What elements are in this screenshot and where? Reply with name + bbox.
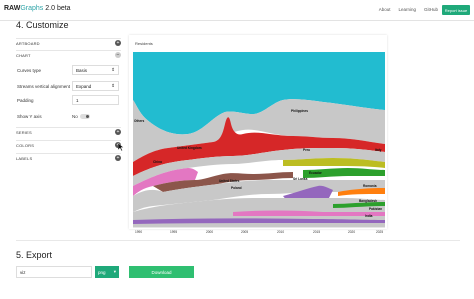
customize-heading: 4. Customize bbox=[16, 20, 69, 30]
x-tick: 2000 bbox=[206, 230, 213, 234]
label-peru: Peru bbox=[303, 148, 310, 152]
panel-colors[interactable]: COLORS + bbox=[16, 140, 121, 149]
panel-chart[interactable]: CHART − bbox=[16, 50, 121, 59]
rawgraphs-logo[interactable]: RAWGraphs 2.0 beta bbox=[4, 5, 71, 12]
label-united-states: United States bbox=[219, 179, 240, 183]
show-y-axis-value: No bbox=[72, 114, 78, 119]
mouse-cursor-icon bbox=[118, 143, 124, 151]
panel-labels-label: LABELS bbox=[16, 155, 33, 161]
label-bangladesh: Bangladesh bbox=[359, 199, 377, 203]
panel-colors-label: COLORS bbox=[16, 142, 35, 148]
label-china: China bbox=[153, 160, 162, 164]
panel-series-label: SERIES bbox=[16, 129, 32, 135]
top-navbar: RAWGraphs 2.0 beta About Learning GitHub… bbox=[0, 0, 474, 21]
x-tick: 1995 bbox=[170, 230, 177, 234]
expand-icon: + bbox=[115, 155, 121, 161]
x-axis: 1990 1995 2000 2005 2010 2015 2020 2025 bbox=[133, 227, 385, 234]
label-india: India bbox=[365, 214, 373, 218]
label-ecuador: Ecuador bbox=[309, 171, 323, 175]
caret-down-icon: ▾ bbox=[113, 269, 116, 274]
x-tick: 2015 bbox=[313, 230, 320, 234]
label-romania: Romania bbox=[363, 184, 377, 188]
curves-type-select[interactable]: Basis ⇕ bbox=[72, 65, 119, 75]
x-tick: 2025 bbox=[376, 230, 383, 234]
x-tick: 2020 bbox=[348, 230, 355, 234]
label-italy: Italy bbox=[375, 148, 382, 152]
logo-raw: RAW bbox=[4, 5, 21, 12]
download-button[interactable]: Download bbox=[129, 266, 194, 278]
section-divider bbox=[16, 240, 460, 241]
padding-label: Padding bbox=[17, 98, 34, 103]
format-value: png bbox=[98, 269, 106, 275]
label-pakistan: Pakistan bbox=[369, 207, 382, 211]
logo-version: 2.0 beta bbox=[45, 5, 71, 12]
expand-icon: + bbox=[115, 129, 121, 135]
format-select[interactable]: png ▾ bbox=[95, 266, 119, 278]
logo-graphs: Graphs bbox=[20, 5, 44, 12]
padding-input[interactable]: 1 bbox=[72, 95, 119, 105]
label-philippines: Philippines bbox=[291, 109, 308, 113]
nav-learning[interactable]: Learning bbox=[398, 7, 416, 12]
expand-icon: + bbox=[115, 40, 121, 46]
panel-chart-label: CHART bbox=[16, 52, 31, 58]
x-tick: 1990 bbox=[135, 230, 142, 234]
nav-links: About Learning GitHub bbox=[379, 7, 438, 12]
label-united-kingdom: United Kingdom bbox=[177, 146, 202, 150]
select-chevron-icon: ⇕ bbox=[111, 67, 115, 72]
collapse-icon: − bbox=[115, 52, 121, 58]
x-tick: 2010 bbox=[277, 230, 284, 234]
curves-type-value: Basis bbox=[76, 67, 88, 73]
panel-labels[interactable]: LABELS + bbox=[16, 153, 121, 162]
label-others: Others bbox=[134, 119, 145, 123]
show-y-axis-label: Show Y axis bbox=[17, 114, 42, 119]
curves-type-label: Curves type bbox=[17, 68, 42, 73]
streams-alignment-label: Streams vertical alignment bbox=[17, 84, 71, 89]
streams-alignment-value: Expand bbox=[76, 83, 92, 89]
streams-alignment-select[interactable]: Expand ⇕ bbox=[72, 81, 119, 91]
filename-input[interactable]: viz bbox=[16, 266, 92, 278]
label-poland: Poland bbox=[231, 186, 242, 190]
select-chevron-icon: ⇕ bbox=[111, 83, 115, 88]
report-issue-button[interactable]: Report issue bbox=[442, 5, 470, 15]
label-sri-lanka: Sri Lanka bbox=[293, 177, 308, 181]
panel-artboard[interactable]: ARTBOARD + bbox=[16, 38, 121, 47]
x-tick: 2005 bbox=[241, 230, 248, 234]
chart-title: Residents bbox=[135, 41, 153, 46]
panel-series[interactable]: SERIES + bbox=[16, 127, 121, 136]
nav-about[interactable]: About bbox=[379, 7, 391, 12]
show-y-axis-toggle[interactable] bbox=[80, 114, 90, 119]
export-heading: 5. Export bbox=[16, 250, 53, 260]
panel-artboard-label: ARTBOARD bbox=[16, 40, 40, 46]
streamgraph: Others Philippines Italy Peru China Unit… bbox=[133, 52, 385, 227]
nav-github[interactable]: GitHub bbox=[424, 7, 438, 12]
